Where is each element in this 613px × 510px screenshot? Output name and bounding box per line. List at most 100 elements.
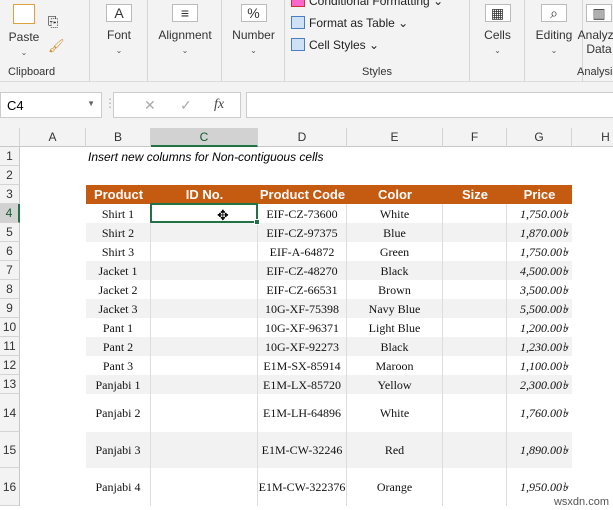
cell-price[interactable]: 1,230.00৳ (507, 337, 572, 356)
column-header-B[interactable]: B (86, 128, 151, 147)
cell-color[interactable]: White (347, 204, 443, 223)
column-header-H[interactable]: H (572, 128, 613, 147)
row-header-13[interactable]: 13 (0, 375, 20, 394)
cell-product[interactable]: Panjabi 3 (86, 432, 151, 468)
alignment-button[interactable]: ≡ Alignment ⌄ (148, 4, 222, 55)
row-header-12[interactable]: 12 (0, 356, 20, 375)
cell-empty[interactable] (443, 280, 507, 299)
cell-code[interactable]: 10G-XF-92273 (258, 337, 347, 356)
cell-price[interactable]: 3,500.00৳ (507, 280, 572, 299)
row-header-6[interactable]: 6 (0, 242, 20, 261)
cell-empty[interactable] (151, 280, 258, 299)
chevron-down-icon[interactable]: ▼ (87, 99, 95, 108)
fill-handle[interactable] (254, 219, 260, 225)
copy-icon[interactable]: ⎘ (48, 14, 58, 30)
cell-empty[interactable] (443, 299, 507, 318)
select-all-button[interactable] (0, 128, 20, 147)
column-header-F[interactable]: F (443, 128, 507, 147)
cancel-icon[interactable]: ✕ (144, 97, 156, 114)
cell-code[interactable]: EIF-A-64872 (258, 242, 347, 261)
analyze-data-button[interactable]: ▥Analyze Data (577, 4, 613, 56)
formula-input[interactable] (246, 92, 613, 118)
cells-button[interactable]: ▦ Cells ⌄ (470, 4, 525, 55)
editing-button[interactable]: ⌕ Editing ⌄ (525, 4, 583, 55)
row-header-16[interactable]: 16 (0, 468, 20, 506)
cell-product[interactable]: Shirt 3 (86, 242, 151, 261)
row-header-14[interactable]: 14 (0, 394, 20, 432)
cell-empty[interactable] (443, 375, 507, 394)
cell-empty[interactable] (443, 432, 507, 468)
cell-empty[interactable] (151, 242, 258, 261)
cell-price[interactable]: 1,760.00৳ (507, 394, 572, 432)
column-header-C[interactable]: C (151, 128, 258, 147)
cell-code[interactable]: 10G-XF-75398 (258, 299, 347, 318)
cell-code[interactable]: E1M-LX-85720 (258, 375, 347, 394)
cell-color[interactable]: Black (347, 337, 443, 356)
font-button[interactable]: A Font ⌄ (90, 4, 148, 55)
cell-product[interactable]: Jacket 1 (86, 261, 151, 280)
row-header-10[interactable]: 10 (0, 318, 20, 337)
conditional-formatting-button[interactable]: Conditional Formatting ⌄ (291, 0, 443, 8)
cell-empty[interactable] (151, 223, 258, 242)
row-header-2[interactable]: 2 (0, 166, 20, 185)
cell-empty[interactable] (151, 261, 258, 280)
cell-color[interactable]: Orange (347, 468, 443, 506)
cell-price[interactable]: 1,100.00৳ (507, 356, 572, 375)
cell-product[interactable]: Panjabi 1 (86, 375, 151, 394)
cell-product[interactable]: Jacket 2 (86, 280, 151, 299)
cell-product[interactable]: Panjabi 2 (86, 394, 151, 432)
cell-empty[interactable] (151, 318, 258, 337)
column-header-G[interactable]: G (507, 128, 572, 147)
row-header-4[interactable]: 4 (0, 204, 20, 223)
row-header-8[interactable]: 8 (0, 280, 20, 299)
cell-empty[interactable] (443, 356, 507, 375)
insert-function-icon[interactable]: fx (214, 97, 224, 113)
cell-color[interactable]: Black (347, 261, 443, 280)
cell-code[interactable]: E1M-CW-322376 (258, 468, 347, 506)
cell-price[interactable]: 1,890.00৳ (507, 432, 572, 468)
cell-empty[interactable] (151, 432, 258, 468)
row-header-3[interactable]: 3 (0, 185, 20, 204)
cell-empty[interactable] (151, 375, 258, 394)
cell-color[interactable]: White (347, 394, 443, 432)
cell-price[interactable]: 1,750.00৳ (507, 204, 572, 223)
cell-empty[interactable] (151, 468, 258, 506)
cell-color[interactable]: Red (347, 432, 443, 468)
row-header-1[interactable]: 1 (0, 147, 20, 166)
column-header-D[interactable]: D (258, 128, 347, 147)
cell-color[interactable]: Yellow (347, 375, 443, 394)
cell-empty[interactable] (443, 468, 507, 506)
cell-empty[interactable] (151, 356, 258, 375)
cell-code[interactable]: 10G-XF-96371 (258, 318, 347, 337)
cell-styles-button[interactable]: Cell Styles ⌄ (291, 38, 379, 52)
cell-product[interactable]: Panjabi 4 (86, 468, 151, 506)
cell-color[interactable]: Maroon (347, 356, 443, 375)
format-painter-icon[interactable]: 🖌 (48, 38, 65, 54)
row-header-11[interactable]: 11 (0, 337, 20, 356)
cell-empty[interactable] (443, 394, 507, 432)
cell-code[interactable]: EIF-CZ-97375 (258, 223, 347, 242)
cell-price[interactable]: 4,500.00৳ (507, 261, 572, 280)
cell-price[interactable]: 1,750.00৳ (507, 242, 572, 261)
number-button[interactable]: % Number ⌄ (222, 4, 285, 55)
cell-price[interactable]: 5,500.00৳ (507, 299, 572, 318)
column-header-E[interactable]: E (347, 128, 443, 147)
format-as-table-button[interactable]: Format as Table ⌄ (291, 16, 408, 30)
row-header-5[interactable]: 5 (0, 223, 20, 242)
cell-empty[interactable] (443, 337, 507, 356)
cell-price[interactable]: 2,300.00৳ (507, 375, 572, 394)
cell-code[interactable]: EIF-CZ-73600 (258, 204, 347, 223)
paste-button[interactable]: Paste ⌄ (6, 4, 42, 57)
cell-empty[interactable] (443, 318, 507, 337)
enter-icon[interactable]: ✓ (180, 97, 192, 114)
spreadsheet-grid[interactable]: ABCDEFGH 1 2 3 4 5 6 7 8 9 10 11 12 13 14 15 16 Product I… (0, 128, 613, 510)
row-header-7[interactable]: 7 (0, 261, 20, 280)
row-header-15[interactable]: 15 (0, 432, 20, 468)
cell-empty[interactable] (443, 204, 507, 223)
cell-color[interactable]: Light Blue (347, 318, 443, 337)
cell-color[interactable]: Green (347, 242, 443, 261)
cell-code[interactable]: E1M-CW-32246 (258, 432, 347, 468)
row-header-9[interactable]: 9 (0, 299, 20, 318)
cell-product[interactable]: Pant 2 (86, 337, 151, 356)
cell-color[interactable]: Blue (347, 223, 443, 242)
